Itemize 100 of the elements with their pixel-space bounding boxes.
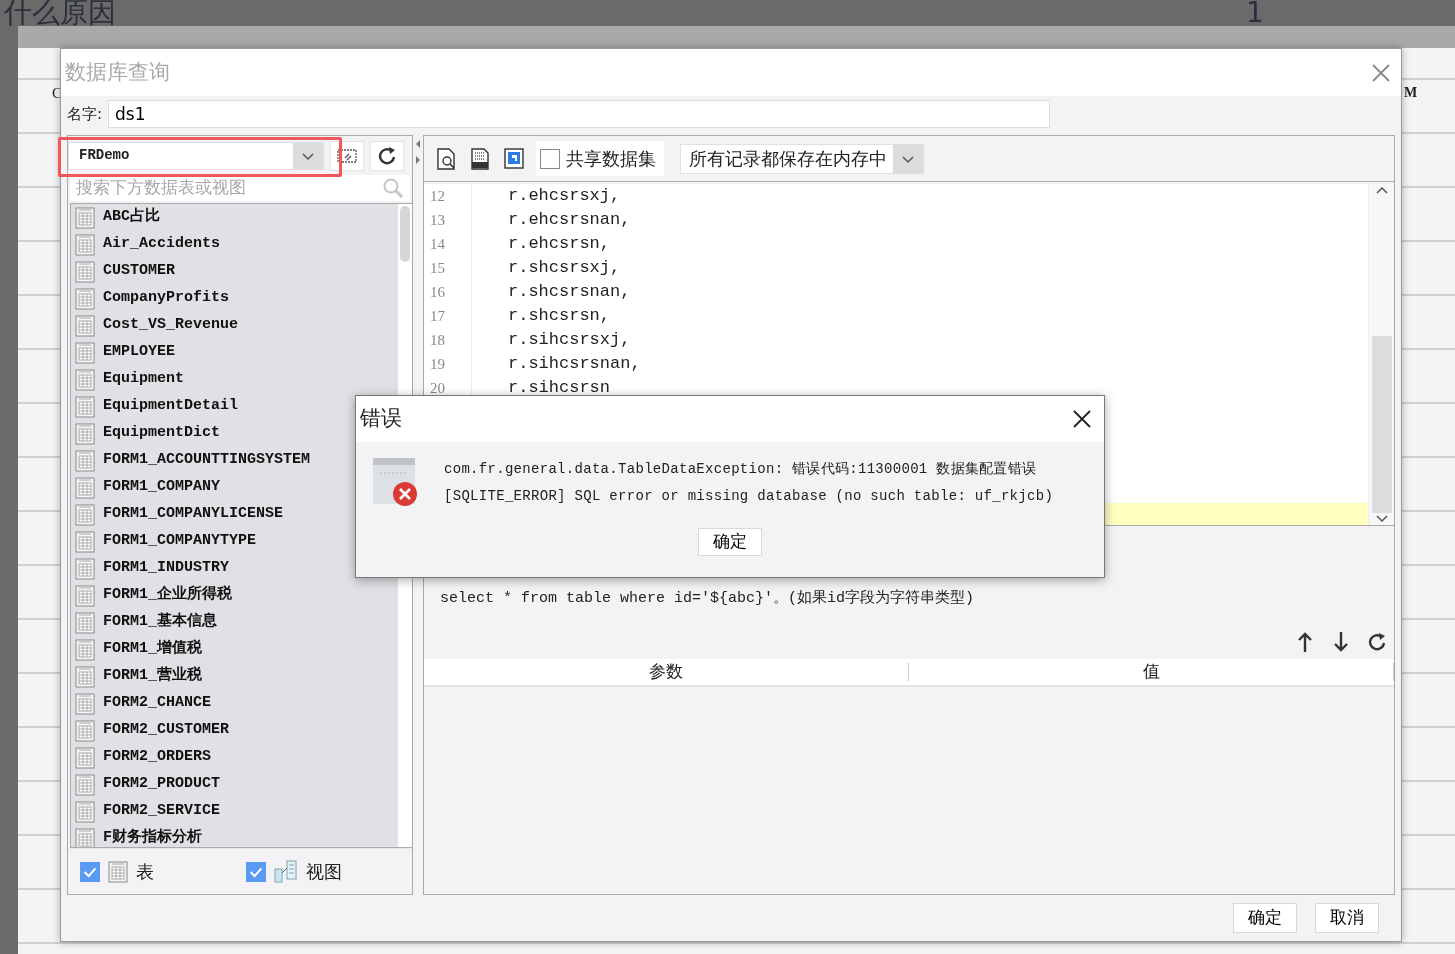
column-header: 参数	[424, 662, 909, 681]
line-number: 17	[424, 304, 472, 328]
code-line: r.shcsrsnan,	[507, 281, 631, 304]
table-icon	[75, 422, 95, 445]
table-icon	[108, 860, 128, 883]
table-name[interactable]: Equipment	[103, 368, 184, 391]
table-icon	[75, 800, 95, 823]
table-name[interactable]: FORM1_基本信息	[103, 611, 217, 634]
edit-connection-button[interactable]	[330, 140, 364, 171]
table-name[interactable]: FORM1_企业所得税	[103, 584, 232, 607]
checkbox-label: 共享数据集	[566, 147, 656, 171]
ok-button[interactable]: 确定	[698, 528, 762, 556]
preview-icon[interactable]	[434, 146, 458, 171]
scroll-down-icon[interactable]	[1373, 513, 1390, 525]
table-icon	[75, 206, 95, 229]
line-number: 14	[424, 232, 472, 256]
table-icon	[75, 719, 95, 742]
table-icon	[75, 638, 95, 661]
table-icon	[75, 341, 95, 364]
checkbox[interactable]	[80, 861, 100, 882]
table-icon	[75, 314, 95, 337]
cell-text: M	[1404, 84, 1418, 102]
table-icon	[75, 449, 95, 472]
refresh-icon	[376, 144, 398, 167]
search-icon	[382, 177, 404, 199]
checkbox[interactable]	[246, 861, 266, 882]
table-name[interactable]: FORM2_PRODUCT	[103, 773, 221, 796]
ok-button[interactable]: 确定	[1233, 903, 1297, 933]
table-icon	[75, 692, 95, 715]
table-icon	[75, 287, 95, 310]
cancel-button[interactable]: 取消	[1315, 903, 1379, 933]
table-name[interactable]: FORM1_INDUSTRY	[103, 557, 230, 580]
line-number: 18	[424, 328, 472, 352]
line-number: 16	[424, 280, 472, 304]
table-icon	[75, 584, 95, 607]
table-name[interactable]: FORM2_CUSTOMER	[103, 719, 230, 742]
table-name[interactable]: FORM1_COMPANYTYPE	[103, 530, 257, 553]
code-line: r.ehcsrsxj,	[507, 185, 621, 208]
table-icon	[75, 395, 95, 418]
table-name[interactable]: F财务指标分析	[103, 827, 202, 847]
sql-file-icon[interactable]	[468, 146, 492, 171]
save-icon[interactable]	[502, 146, 526, 171]
table-icon	[75, 233, 95, 256]
filter-label: 表	[136, 860, 154, 884]
table-icon	[75, 503, 95, 526]
table-icon	[75, 476, 95, 499]
page-heading: 什么原因	[4, 0, 116, 31]
table-name[interactable]: FORM2_SERVICE	[103, 800, 221, 823]
table-icon	[75, 746, 95, 769]
scrollbar[interactable]	[1368, 184, 1394, 525]
hint-text: select * from table where id='${abc}'。(如果id字段为字符串类型)	[440, 588, 975, 609]
table-name[interactable]: EquipmentDetail	[103, 395, 239, 418]
code-line: r.ehcsrsn,	[507, 233, 611, 256]
refresh-button[interactable]	[370, 140, 404, 171]
window-title: 数据库查询	[65, 58, 170, 86]
table-icon	[75, 773, 95, 796]
table-name[interactable]: CompanyProfits	[103, 287, 230, 310]
code-line: r.sihcsrsnan,	[507, 353, 641, 376]
table-icon	[75, 611, 95, 634]
view-icon	[274, 859, 298, 884]
table-name[interactable]: FORM2_ORDERS	[103, 746, 212, 769]
storage-dropdown[interactable]: 所有记录都保存在内存中	[680, 143, 924, 174]
refresh-icon	[1366, 630, 1388, 653]
error-icon	[372, 456, 418, 506]
code-line: r.ehcsrsnan,	[507, 209, 631, 232]
page-number: 1	[1246, 0, 1264, 31]
column-header: 值	[909, 662, 1394, 681]
table-name[interactable]: FORM1_COMPANY	[103, 476, 221, 499]
code-line: r.sihcsrsxj,	[507, 329, 631, 352]
table-name[interactable]: CUSTOMER	[103, 260, 175, 283]
code-line: r.sihcsrsn	[507, 377, 611, 400]
table-name[interactable]: Air_Accidents	[103, 233, 221, 256]
dialog-title: 错误	[360, 405, 402, 433]
line-number: 15	[424, 256, 472, 280]
table-icon	[75, 368, 95, 391]
checkbox[interactable]	[540, 148, 560, 169]
table-name[interactable]: FORM1_COMPANYLICENSE	[103, 503, 284, 526]
connection-dropdown[interactable]: FRDemo	[68, 141, 324, 170]
table-name[interactable]: FORM1_增值税	[103, 638, 202, 661]
error-message: com.fr.general.data.TableDataException: 错误代码:11300001 数据集配置错误 [SQLITE_ERROR] SQL error or missing database (no such table: uf_rkjcb)	[444, 460, 1054, 506]
table-name[interactable]: EquipmentDict	[103, 422, 221, 445]
refresh-button[interactable]	[1366, 630, 1388, 653]
line-number: 19	[424, 352, 472, 376]
code-line: r.shcsrsxj,	[507, 257, 621, 280]
line-number: 13	[424, 208, 472, 232]
table-name[interactable]: EMPLOYEE	[103, 341, 175, 364]
table-name[interactable]: Cost_VS_Revenue	[103, 314, 239, 337]
name-field[interactable]: ds1	[108, 100, 1051, 128]
table-name[interactable]: ABC占比	[103, 206, 160, 229]
table-icon	[75, 665, 95, 688]
table-name[interactable]: FORM1_营业税	[103, 665, 202, 688]
code-line: r.shcsrsn,	[507, 305, 611, 328]
table-name[interactable]: FORM1_ACCOUNTTINGSYSTEM	[103, 449, 311, 472]
table-name[interactable]: FORM2_CHANCE	[103, 692, 212, 715]
table-icon	[75, 557, 95, 580]
table-icon	[75, 260, 95, 283]
name-label: 名字:	[67, 103, 103, 125]
line-number: 12	[424, 184, 472, 208]
table-icon	[75, 530, 95, 553]
filter-label: 视图	[306, 860, 342, 884]
